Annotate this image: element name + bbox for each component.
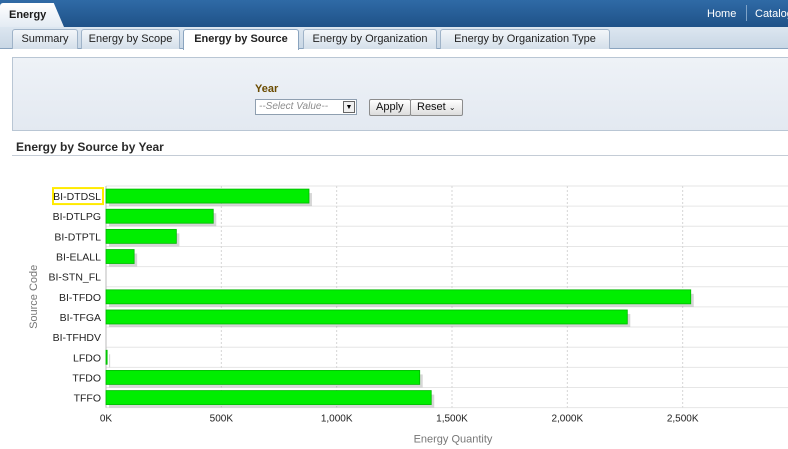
year-label: Year <box>255 83 279 95</box>
y-axis-title: Source Code <box>28 265 40 329</box>
x-tick-label: 2,500K <box>667 414 699 425</box>
bar <box>105 370 421 385</box>
section-divider <box>12 155 788 156</box>
bar <box>105 228 177 244</box>
category-label: BI-TFDO <box>59 292 101 304</box>
app-window: Energy Home Catalog Summary Energy by Sc… <box>0 0 788 449</box>
header-separator <box>746 5 747 21</box>
tab-energy-by-organization-type[interactable]: Energy by Organization Type <box>440 29 610 49</box>
tab-energy-by-source[interactable]: Energy by Source <box>183 29 299 50</box>
category-label: BI-DTPTL <box>54 231 101 243</box>
bar <box>105 289 692 305</box>
top-header: Energy Home Catalog <box>0 0 788 27</box>
category-label: BI-DTLPG <box>53 211 101 223</box>
category-label: LFDO <box>73 352 101 364</box>
x-tick-label: 1,000K <box>321 414 353 425</box>
tab-summary[interactable]: Summary <box>12 29 78 49</box>
energy-by-source-chart: BI-DTDSL BI-DTLPG BI-DTPTL BI-ELALL BI-STN_F… <box>28 185 788 446</box>
x-tick-label: 0K <box>100 414 113 425</box>
category-label: BI-STN_FL <box>48 272 101 284</box>
chevron-down-icon: ⌄ <box>448 103 456 112</box>
bar <box>105 188 310 204</box>
catalog-link[interactable]: Catalog <box>755 8 788 20</box>
reset-label: Reset <box>417 101 446 113</box>
category-label: TFFO <box>74 393 101 405</box>
prompt-panel: Year --Select Value-- ▼ Apply Reset ⌄ <box>12 57 788 131</box>
category-label: TFDO <box>72 372 101 384</box>
category-label: BI-DTDSL <box>53 191 101 203</box>
category-label: BI-ELALL <box>56 252 101 264</box>
bar <box>105 309 628 325</box>
section-title: Energy by Source by Year <box>16 140 164 154</box>
year-select-value: --Select Value-- <box>259 101 329 112</box>
category-label: BI-TFGA <box>60 312 101 324</box>
tab-energy-by-organization[interactable]: Energy by Organization <box>303 29 437 49</box>
x-tick-label: 2,000K <box>551 414 583 425</box>
dashboard-tab-strip: Summary Energy by Scope Energy by Source… <box>0 27 788 50</box>
x-tick-label: 500K <box>210 414 234 425</box>
x-axis-title: Energy Quantity <box>414 434 493 446</box>
home-link[interactable]: Home <box>707 8 736 20</box>
reset-button[interactable]: Reset ⌄ <box>410 99 463 116</box>
dropdown-arrow-icon[interactable]: ▼ <box>343 101 355 113</box>
bar <box>105 349 108 365</box>
bar-shadow <box>109 354 111 368</box>
year-select[interactable]: --Select Value-- ▼ <box>255 99 357 115</box>
bar <box>105 208 214 224</box>
app-tab-energy[interactable]: Energy <box>0 3 64 27</box>
apply-button[interactable]: Apply <box>369 99 411 116</box>
category-label: BI-TFHDV <box>53 332 101 344</box>
x-tick-label: 1,500K <box>436 414 468 425</box>
bar <box>105 390 432 405</box>
tab-energy-by-scope[interactable]: Energy by Scope <box>81 29 180 49</box>
bar <box>105 249 135 264</box>
